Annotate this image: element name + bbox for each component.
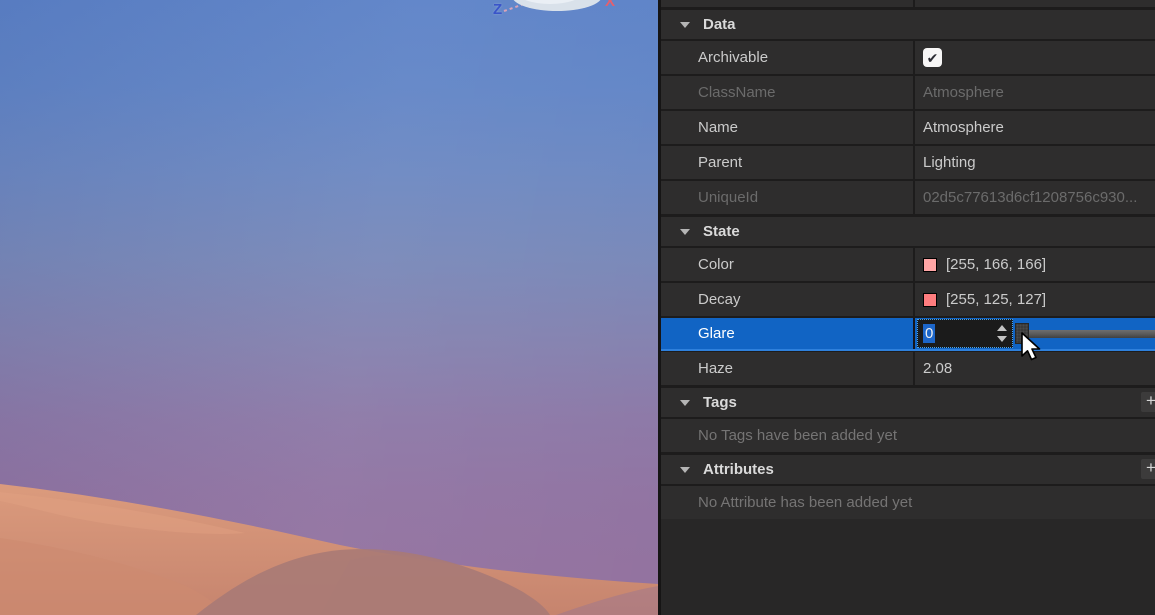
attributes-empty-message: No Attribute has been added yet [661,486,1155,519]
property-row-glare-selected[interactable]: Glare 0 [661,318,1155,351]
section-header-tags[interactable]: Tags + [661,388,1155,417]
3d-viewport[interactable]: Z X [0,0,658,615]
property-value: 02d5c77613d6cf1208756c930... [923,189,1138,206]
property-row-archivable[interactable]: Archivable ✔ [661,41,1155,74]
section-header-attributes[interactable]: Attributes + [661,455,1155,484]
tags-empty-message: No Tags have been added yet [661,419,1155,452]
property-label: UniqueId [661,181,915,214]
collapse-arrow-icon[interactable] [680,21,690,28]
partial-row [661,0,1155,7]
property-label: Parent [661,146,915,179]
collapse-arrow-icon[interactable] [680,466,690,473]
collapse-arrow-icon[interactable] [680,399,690,406]
property-row-color[interactable]: Color [255, 166, 166] [661,248,1155,281]
spinner-down-icon[interactable] [997,336,1007,342]
checkmark-icon: ✔ [926,49,939,66]
property-label: Decay [661,283,915,316]
add-attribute-button[interactable]: + [1141,459,1155,479]
property-row-name[interactable]: Name Atmosphere [661,111,1155,144]
collapse-arrow-icon[interactable] [680,228,690,235]
sand-dunes [0,484,658,615]
roblox-studio-screen: Z X Data Archivable ✔ ClassName Atmosphe… [0,0,1155,615]
section-header-state[interactable]: State [661,217,1155,246]
z-axis-line [503,3,525,12]
section-title: State [703,223,740,240]
property-label: Glare [661,318,915,349]
property-label: Name [661,111,915,144]
section-title: Tags [703,394,737,411]
property-row-uniqueid: UniqueId 02d5c77613d6cf1208756c930... [661,181,1155,214]
spinner-up-icon[interactable] [997,325,1007,331]
property-value[interactable]: Atmosphere [915,111,1155,144]
property-value[interactable]: Lighting [915,146,1155,179]
x-axis-label[interactable]: X [605,0,615,10]
property-label: Haze [661,352,915,385]
section-title: Attributes [703,461,774,478]
property-row-decay[interactable]: Decay [255, 125, 127] [661,283,1155,316]
number-spinner[interactable] [997,320,1007,347]
property-row-classname: ClassName Atmosphere [661,76,1155,109]
property-label: Color [661,248,915,281]
decay-color-swatch[interactable] [923,292,937,307]
selected-input-text: 0 [923,324,936,343]
property-label: Archivable [661,41,915,74]
property-label: ClassName [661,76,915,109]
add-tag-button[interactable]: + [1141,392,1155,412]
property-value[interactable]: [255, 166, 166] [946,256,1046,273]
section-title: Data [703,16,736,33]
property-row-parent[interactable]: Parent Lighting [661,146,1155,179]
properties-panel: Data Archivable ✔ ClassName Atmosphere N… [658,0,1155,615]
archivable-checkbox[interactable]: ✔ [923,48,942,67]
mouse-cursor-icon [1021,332,1041,361]
section-header-data[interactable]: Data [661,10,1155,39]
glare-number-input[interactable]: 0 [917,319,1013,348]
selected-part-gizmo[interactable] [440,0,658,40]
slider-track[interactable] [1029,330,1155,338]
property-value: Atmosphere [923,84,1004,101]
color-swatch[interactable] [923,257,937,272]
property-row-haze[interactable]: Haze 2.08 [661,352,1155,385]
z-axis-label[interactable]: Z [493,1,502,18]
property-value[interactable]: [255, 125, 127] [946,291,1046,308]
